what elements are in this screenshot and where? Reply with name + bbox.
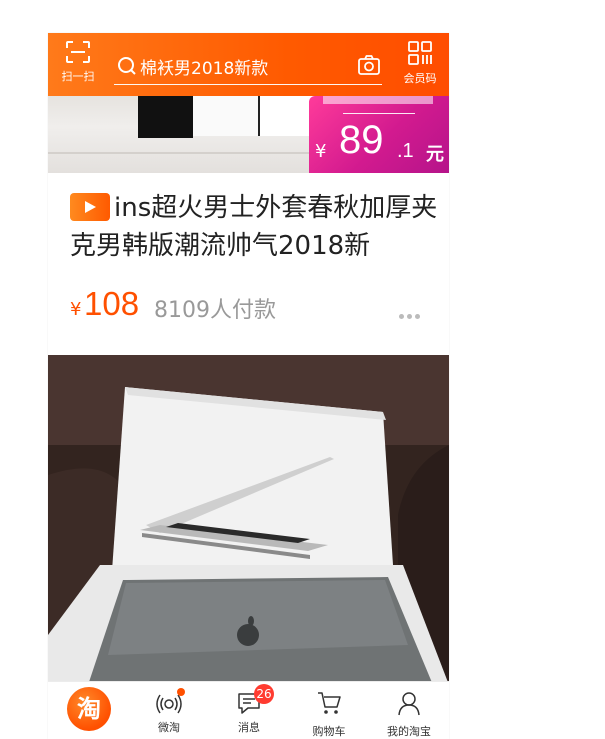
price-tag-amount: 89: [339, 118, 384, 162]
tab-weitao[interactable]: 微淘: [129, 688, 209, 735]
price-tag-decimal: .1: [397, 140, 414, 162]
member-code-label: 会员码: [403, 72, 437, 85]
tab-messages[interactable]: 26 消息: [209, 684, 289, 735]
bottom-tab-bar: 淘 微淘 26 消息 购物车 我的淘宝: [48, 681, 449, 739]
price-tag-currency: ¥: [315, 141, 327, 162]
camera-icon[interactable]: [357, 54, 381, 76]
video-play-icon: [70, 193, 110, 221]
tab-my-taobao[interactable]: 我的淘宝: [369, 690, 449, 739]
scan-button[interactable]: 扫一扫: [58, 40, 98, 84]
price-tag-top-band: [323, 96, 433, 104]
price-tag: ¥ 89 .1 元: [309, 96, 449, 173]
search-input[interactable]: 棉袄男2018新款: [114, 50, 382, 85]
phone-screen: 扫一扫 棉袄男2018新款 会员码 ¥ 89 .1 元 ins超火男士外套春秋加…: [48, 33, 449, 739]
product-title[interactable]: ins超火男士外套春秋加厚夹克男韩版潮流帅气2018新: [70, 189, 440, 265]
search-icon: [118, 57, 136, 75]
more-options-icon[interactable]: [399, 304, 423, 323]
product-title-text: ins超火男士外套春秋加厚夹克男韩版潮流帅气2018新: [70, 193, 438, 261]
tab-label-cart: 购物车: [312, 725, 346, 738]
tab-label-weitao: 微淘: [158, 721, 180, 734]
tab-label-messages: 消息: [238, 721, 260, 734]
taobao-home-tab[interactable]: 淘: [67, 687, 111, 731]
notification-dot: [177, 688, 185, 696]
profile-icon: [398, 692, 420, 716]
sold-count: 8109人付款: [154, 298, 276, 323]
product-photo-clothing: [138, 96, 193, 138]
top-bar: 扫一扫 棉袄男2018新款 会员码: [48, 33, 449, 96]
taobao-logo-icon: 淘: [77, 695, 101, 723]
laptop-photo: [48, 355, 449, 685]
price-tag-divider: [343, 113, 415, 114]
product-image-2[interactable]: [48, 355, 449, 685]
member-code-button[interactable]: 会员码: [400, 40, 440, 86]
tab-cart[interactable]: 购物车: [289, 690, 369, 739]
product-image[interactable]: ¥ 89 .1 元: [48, 96, 449, 173]
price-tag-unit: 元: [426, 144, 444, 165]
tab-label-my-taobao: 我的淘宝: [387, 725, 431, 738]
scan-label: 扫一扫: [61, 70, 95, 83]
scan-icon: [66, 41, 90, 63]
price-symbol: ¥: [70, 299, 82, 320]
cart-icon: [318, 692, 341, 714]
member-code-icon: [408, 41, 432, 65]
product-price: 108: [84, 285, 140, 322]
message-badge: 26: [254, 684, 274, 704]
search-text: 棉袄男2018新款: [140, 59, 269, 79]
